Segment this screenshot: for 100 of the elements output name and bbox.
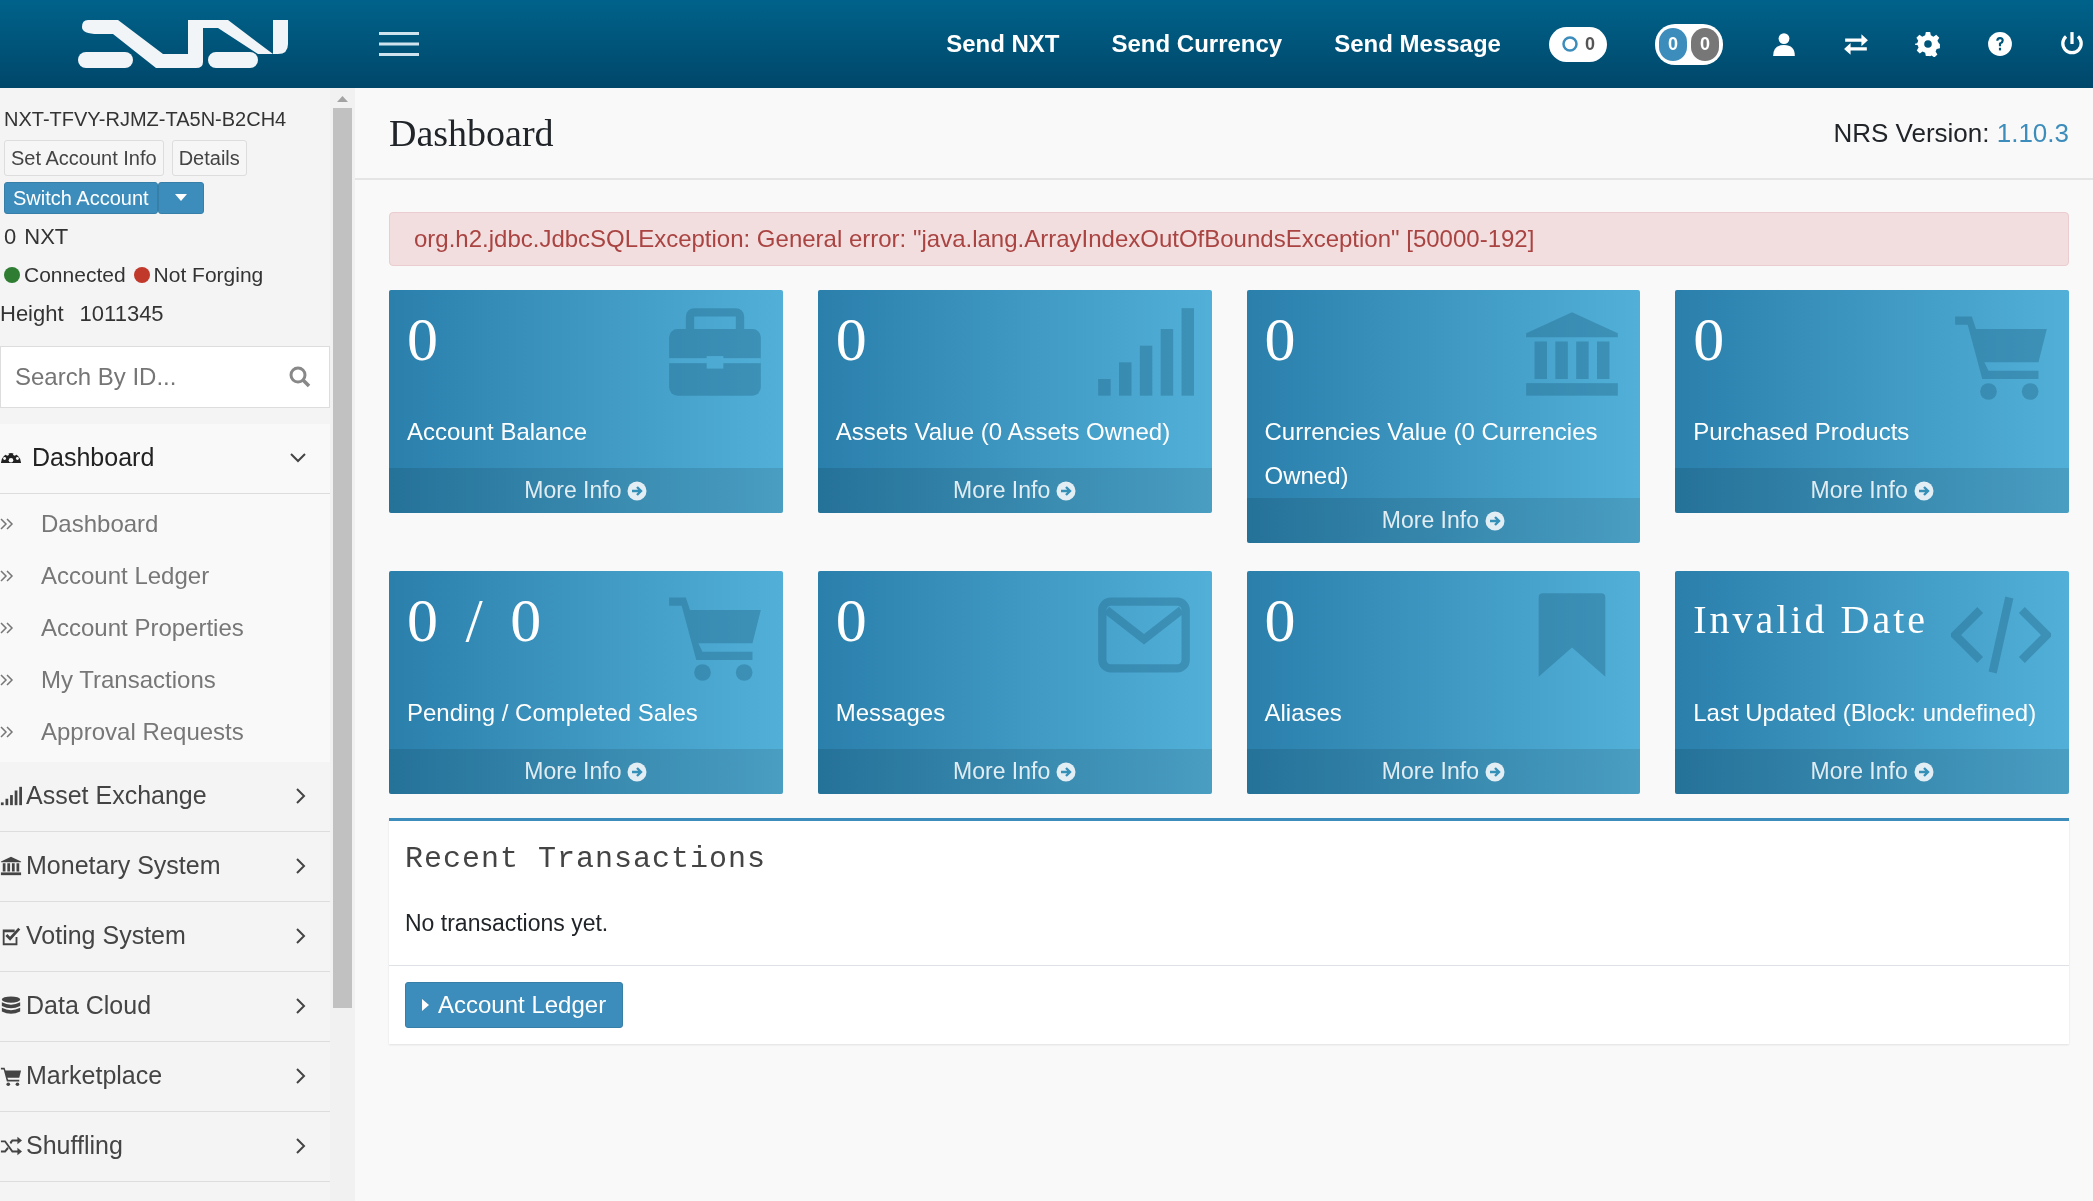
tile-value: 0 [835, 304, 867, 375]
badge-count: 0 [1584, 32, 1595, 56]
scrollbar-thumb[interactable] [333, 108, 352, 1008]
caret-icon [174, 194, 187, 202]
status-badge[interactable]: 0 [1548, 26, 1607, 62]
arrow-circle-icon [627, 480, 648, 501]
submenu-item[interactable]: My Transactions [0, 653, 330, 706]
nav-link[interactable]: Send Currency [1111, 26, 1283, 62]
account-ledger-button[interactable]: Account Ledger [405, 981, 624, 1028]
tile-value: 0 / 0 [407, 585, 542, 656]
tile-value: 0 [407, 304, 438, 375]
menu-label: Marketplace [26, 1060, 164, 1092]
more-info-link[interactable]: More Info [1246, 498, 1641, 543]
peer-badge-group[interactable]: 0 0 [1654, 23, 1723, 65]
dashboard-icon [0, 452, 22, 464]
chevron-right-icon [296, 1068, 306, 1084]
menu-item[interactable]: Dashboard [0, 423, 330, 494]
chevron-right-icon [296, 788, 306, 804]
empty-message: No transactions yet. [404, 909, 610, 938]
menu-label: Monetary System [26, 850, 222, 882]
submenu-item[interactable]: Dashboard [0, 497, 330, 550]
settings-icon [1915, 31, 1941, 57]
signal-bars-icon [0, 785, 22, 807]
submenu-item[interactable]: Account Ledger [0, 549, 330, 602]
tile-value: Invalid Date [1693, 596, 1929, 643]
caret-right-icon [422, 998, 430, 1011]
checkbox-icon [0, 925, 22, 947]
tile-label: Currencies Value (0 Currencies Owned) [1264, 417, 1599, 491]
settings-button[interactable] [1915, 31, 1941, 57]
more-info-link[interactable]: More Info [389, 749, 783, 794]
arrow-circle-icon [1484, 761, 1505, 782]
transfer-button[interactable] [1843, 31, 1869, 57]
height-value: 1011345 [79, 299, 164, 328]
status-label: Connected [24, 262, 126, 288]
nav-link[interactable]: Send Message [1334, 26, 1501, 62]
version-text: NRS Version: 1.10.3 [1833, 116, 2069, 150]
balance-unit: NXT [24, 223, 69, 251]
more-info-link[interactable]: More Info [389, 468, 783, 513]
menu-label: Data Cloud [26, 990, 153, 1022]
chevron-right-icon [296, 858, 306, 874]
database-icon [0, 995, 22, 1017]
arrow-circle-icon [1913, 480, 1934, 501]
arrow-circle-icon [1056, 480, 1077, 501]
submenu-item[interactable]: Account Properties [0, 601, 330, 654]
double-chevron-icon [0, 672, 14, 687]
arrow-circle-icon [627, 761, 648, 782]
dropdown-toggle-button[interactable] [157, 182, 204, 214]
shuffle-icon [0, 1135, 22, 1157]
account-button[interactable]: Set Account Info [4, 140, 164, 176]
user-button[interactable] [1771, 31, 1797, 57]
more-info-link[interactable]: More Info [1675, 749, 2069, 794]
arrow-circle-icon [1484, 510, 1505, 531]
peer-count: 0 [1658, 27, 1687, 61]
switch-account-button[interactable]: Switch Account [4, 182, 158, 214]
menu-label: Voting System [26, 920, 187, 952]
double-chevron-icon [0, 620, 14, 635]
tile-value: 0 [1264, 585, 1296, 656]
error-alert: org.h2.jdbc.JdbcSQLException: General error: "java.lang.ArrayIndexOutOfBoundsException" [50000-192] [389, 212, 2069, 266]
tile-label: Aliases [1264, 698, 1343, 728]
power-icon [2059, 31, 2085, 57]
power-button[interactable] [2059, 31, 2085, 57]
menu-label: Shuffling [26, 1130, 124, 1162]
page-title: Dashboard [389, 110, 554, 156]
help-icon [1987, 31, 2013, 57]
transfer-icon [1843, 31, 1869, 57]
more-info-link[interactable]: More Info [817, 749, 1212, 794]
balance-value: 0 [4, 223, 17, 251]
card-title: Recent Transactions [404, 841, 768, 878]
tile-label: Assets Value (0 Assets Owned) [835, 417, 1172, 447]
tile-value: 0 [1264, 304, 1296, 375]
user-icon [1771, 31, 1797, 57]
tile-value: 0 [1693, 304, 1725, 375]
peer-count: 0 [1691, 27, 1719, 61]
nav-link[interactable]: Send NXT [946, 26, 1060, 62]
arrow-circle-icon [1913, 761, 1934, 782]
tile-label: Account Balance [407, 417, 589, 447]
account-id: NXT-TFVY-RJMZ-TA5N-B2CH4 [4, 107, 288, 132]
cart-icon [0, 1065, 22, 1087]
tile-label: Pending / Completed Sales [407, 698, 699, 728]
status-label: Not Forging [153, 262, 264, 288]
double-chevron-icon [0, 724, 14, 739]
more-info-link[interactable]: More Info [1675, 468, 2069, 513]
tile-label: Messages [835, 698, 947, 728]
tile-label: Last Updated (Block: undefined) [1693, 698, 2038, 728]
more-info-link[interactable]: More Info [817, 468, 1212, 513]
submenu-item[interactable]: Approval Requests [0, 705, 330, 758]
chevron-right-icon [296, 928, 306, 944]
circle-icon [1560, 35, 1579, 53]
menu-button[interactable] [379, 30, 419, 58]
account-button[interactable]: Details [171, 140, 247, 176]
menu-label: Asset Exchange [26, 780, 208, 812]
double-chevron-icon [0, 568, 14, 583]
bank-icon [0, 855, 22, 877]
chevron-right-icon [296, 998, 306, 1014]
search-field[interactable]: Search By ID... [0, 345, 330, 408]
help-button[interactable] [1987, 31, 2013, 57]
more-info-link[interactable]: More Info [1246, 749, 1641, 794]
double-chevron-icon [0, 516, 14, 531]
menu-label: Dashboard [32, 442, 156, 474]
chevron-right-icon [296, 1138, 306, 1154]
